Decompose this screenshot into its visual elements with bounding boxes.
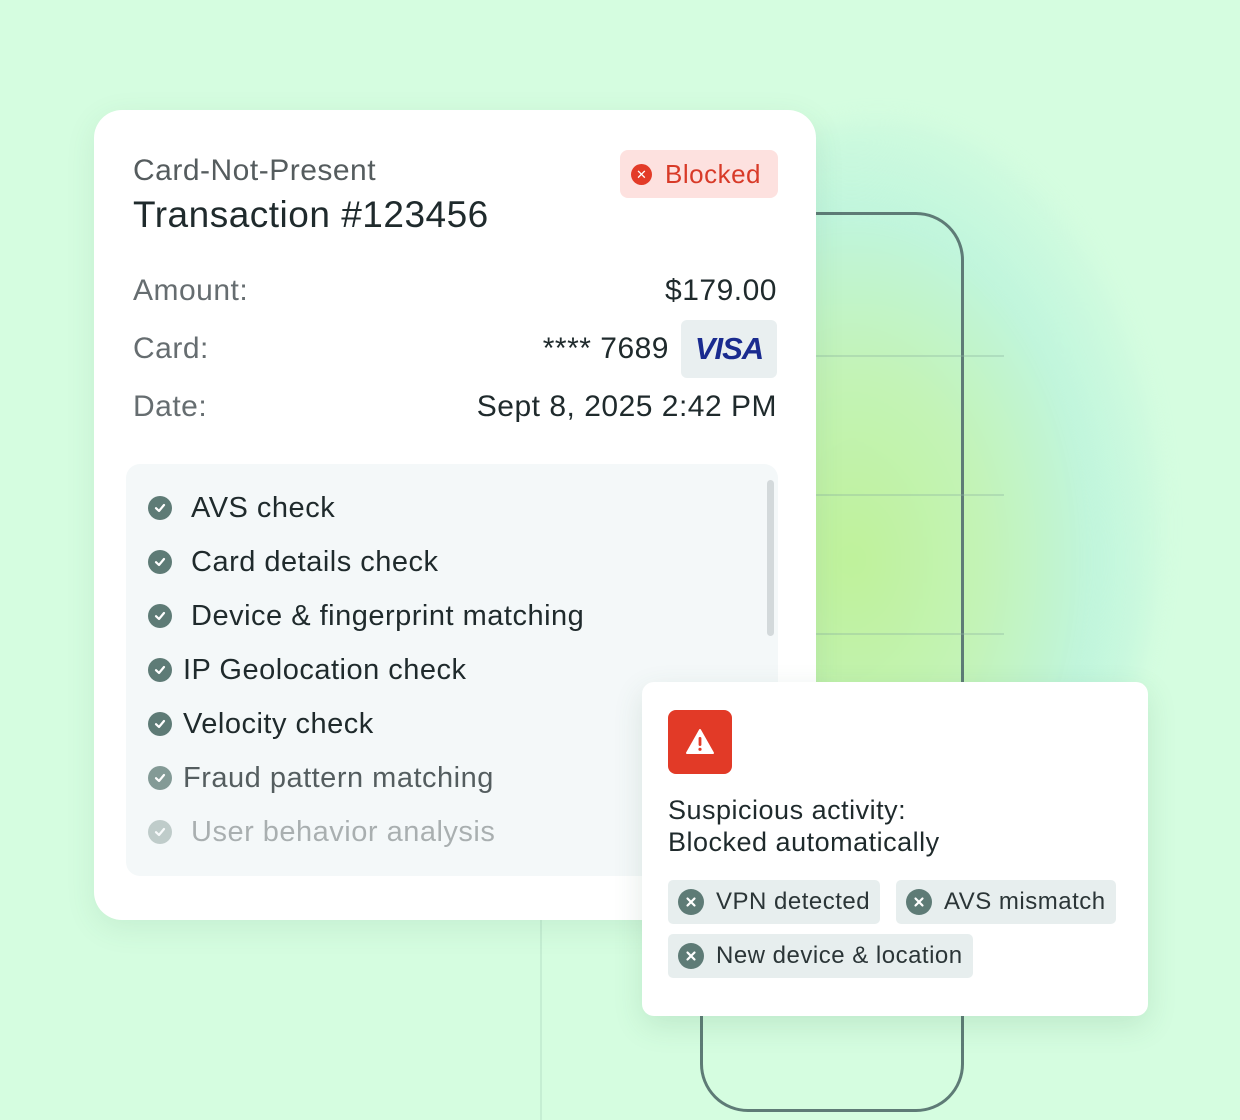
check-item: Fraud pattern matching [148,758,494,798]
card-row: Card: **** 7689 VISA [133,320,777,378]
alert-line-2: Blocked automatically [668,827,940,857]
reason-label: New device & location [716,942,963,969]
warning-icon [668,710,732,774]
transaction-type: Card-Not-Present [133,154,377,187]
alert-message: Suspicious activity: Blocked automatical… [668,794,940,858]
check-label: User behavior analysis [191,815,496,848]
reason-tag: VPN detected [668,880,881,924]
check-label: AVS check [191,491,336,524]
visa-logo: VISA [681,320,777,378]
transaction-title: Transaction #123456 [133,194,489,235]
checks-scrollbar[interactable] [767,480,774,636]
phone-divider [814,355,1004,357]
check-circle-icon [148,550,172,574]
x-circle-icon [906,889,932,915]
check-label: Fraud pattern matching [183,761,494,794]
blocked-x-icon: ✕ [631,163,652,185]
check-item: User behavior analysis [148,812,495,852]
reason-label: VPN detected [716,888,871,915]
check-item: Card details check [148,542,439,582]
x-circle-icon [678,943,704,969]
status-badge: ✕ Blocked [620,150,778,198]
check-circle-icon [148,766,172,790]
check-circle-icon [148,604,172,628]
phone-divider [814,633,1004,635]
suspicious-activity-alert: Suspicious activity: Blocked automatical… [642,682,1148,1016]
reason-label: AVS mismatch [944,888,1106,915]
card-label: Card: [133,332,209,365]
check-item: Device & fingerprint matching [148,596,584,636]
card-number: **** 7689 [542,332,669,365]
check-label: Card details check [191,545,439,578]
x-circle-icon [678,889,704,915]
amount-row: Amount: $179.00 [133,266,777,316]
amount-label: Amount: [133,274,249,307]
amount-value: $179.00 [665,274,777,307]
check-circle-icon [148,820,172,844]
date-row: Date: Sept 8, 2025 2:42 PM [133,382,777,432]
alert-line-1: Suspicious activity: [668,795,907,825]
check-label: IP Geolocation check [183,653,467,686]
status-badge-label: Blocked [665,158,761,189]
check-item: AVS check [148,488,335,528]
date-value: Sept 8, 2025 2:42 PM [476,390,777,423]
check-label: Velocity check [183,707,374,740]
reason-tag: New device & location [668,934,973,978]
check-circle-icon [148,712,172,736]
check-item: IP Geolocation check [148,650,467,690]
check-circle-icon [148,496,172,520]
check-label: Device & fingerprint matching [191,599,585,632]
check-item: Velocity check [148,704,374,744]
phone-divider [814,494,1004,496]
reason-tag: AVS mismatch [896,880,1116,924]
check-circle-icon [148,658,172,682]
date-label: Date: [133,390,208,423]
